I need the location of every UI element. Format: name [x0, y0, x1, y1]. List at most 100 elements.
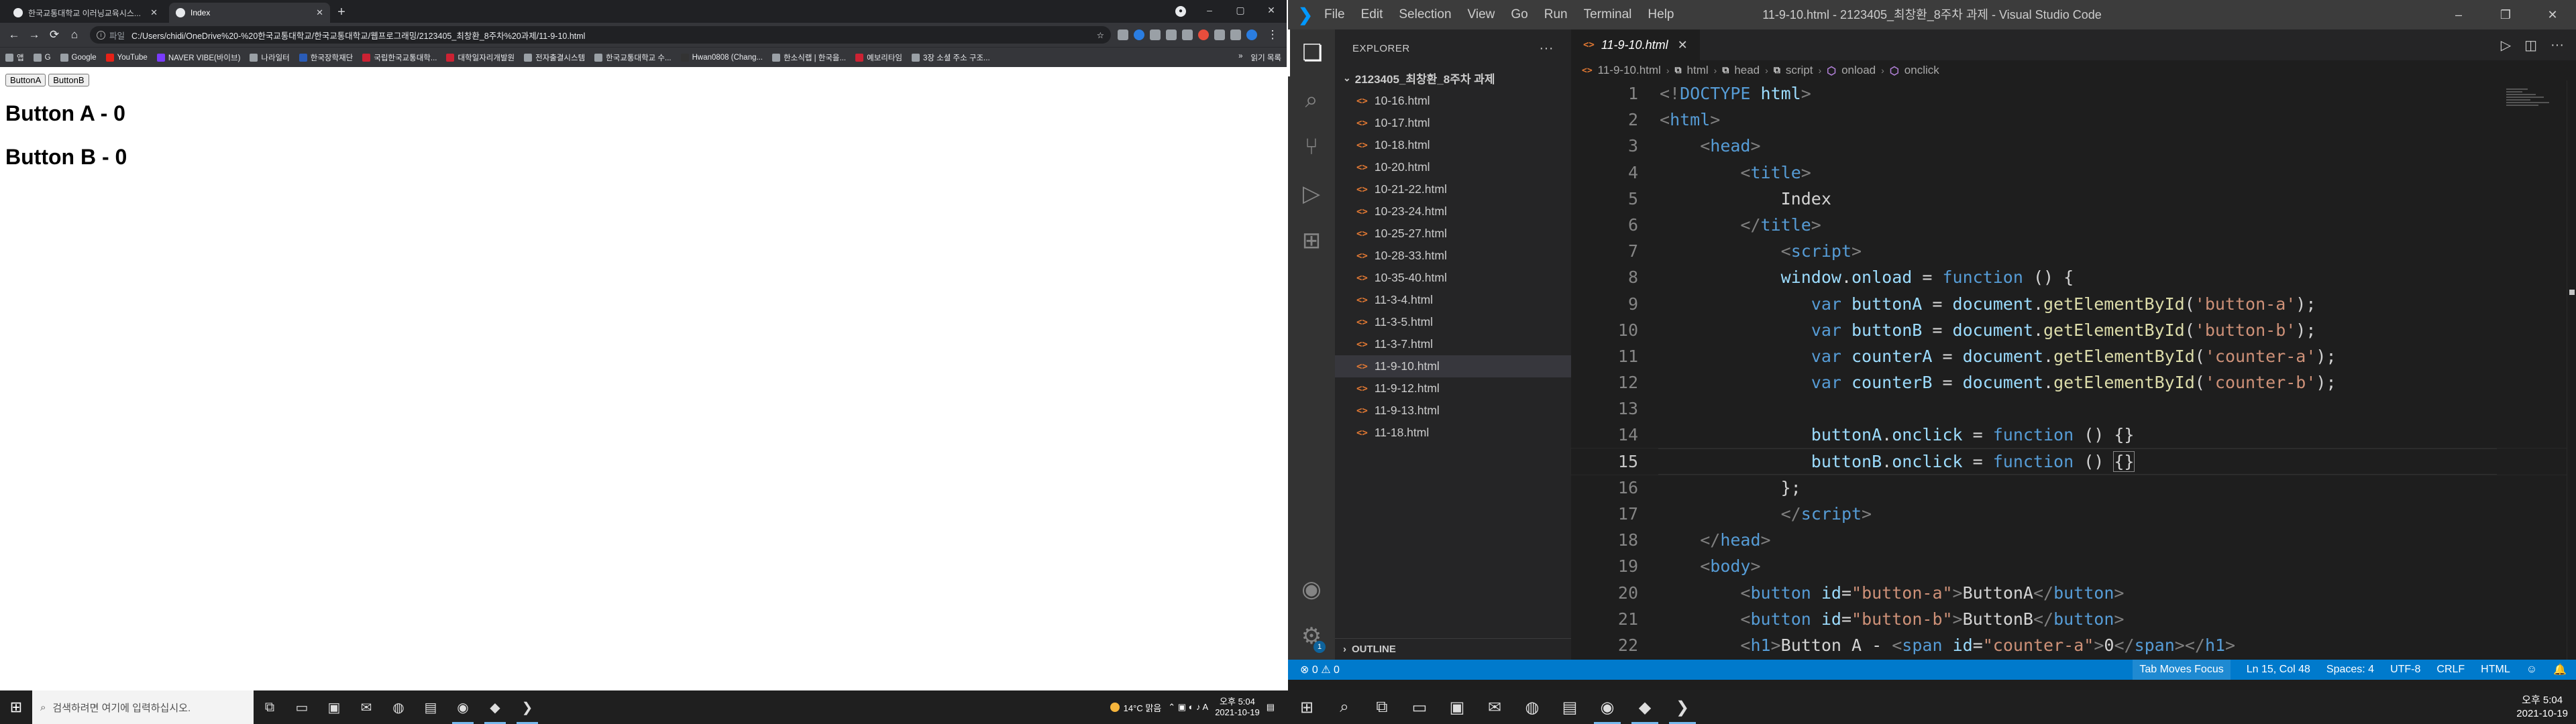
bookmark-item[interactable]: 3장 소셜 주소 구조... — [912, 52, 990, 63]
reading-list-button[interactable]: 읽기 목록 — [1250, 52, 1281, 63]
gear-icon[interactable]: ⚙ 1 — [1288, 613, 1335, 660]
taskbar-search[interactable]: ⌕ 검색하려면 여기에 입력하십시오. — [32, 690, 254, 724]
minimize-button[interactable]: – — [2435, 0, 2482, 29]
extension-icon[interactable] — [1150, 29, 1161, 40]
menu-run[interactable]: Run — [1544, 7, 1568, 22]
explorer-file-item[interactable]: <> 10-23-24.html — [1335, 200, 1571, 223]
extension-icon[interactable] — [1198, 29, 1209, 40]
bell-icon[interactable]: 🔔 — [2553, 663, 2567, 676]
bookmark-item[interactable]: 한소식랩 | 한국을... — [772, 52, 846, 63]
menu-go[interactable]: Go — [1511, 7, 1527, 22]
explorer-file-item[interactable]: <> 11-3-7.html — [1335, 333, 1571, 355]
info-icon[interactable]: i — [97, 30, 105, 40]
mail-icon[interactable]: ✉ — [350, 690, 382, 724]
restore-button[interactable]: ❐ — [2482, 0, 2529, 29]
chrome-icon[interactable]: ◉ — [1589, 690, 1626, 724]
url-text[interactable]: C:/Users/chidi/OneDrive%20-%20한국교통대학교/한국… — [131, 29, 585, 42]
breadcrumb-item[interactable]: head — [1734, 64, 1760, 77]
indentation[interactable]: Spaces: 4 — [2326, 664, 2374, 676]
feedback-icon[interactable]: ☺ — [2526, 664, 2537, 676]
back-button[interactable]: ← — [5, 26, 23, 44]
address-bar[interactable]: i 파일 C:/Users/chidi/OneDrive%20-%20한국교통대… — [90, 26, 1111, 44]
bookmark-item[interactable]: 전자출결시스템 — [524, 52, 585, 63]
explorer-file-item[interactable]: <> 10-17.html — [1335, 112, 1571, 134]
extensions-icon[interactable]: ⊞ — [1288, 217, 1335, 264]
run-icon[interactable]: ▷ — [2501, 37, 2511, 54]
explorer-file-item[interactable]: <> 10-21-22.html — [1335, 178, 1571, 200]
chrome-icon[interactable]: ◉ — [447, 690, 479, 724]
record-icon[interactable]: ● — [1175, 6, 1186, 17]
app-icon[interactable]: ◆ — [1626, 690, 1664, 724]
windows-start-icon[interactable]: ⊞ — [1288, 690, 1326, 724]
profile-avatar[interactable] — [1246, 29, 1257, 40]
more-bookmarks-button[interactable]: » — [1238, 52, 1242, 63]
bookmark-item[interactable]: Hwan0808 (Chang... — [680, 53, 763, 62]
problems-indicator[interactable]: ⊗ 0 ⚠ 0 — [1300, 663, 1340, 676]
bookmark-item[interactable]: 대학일자리개발원 — [446, 52, 515, 63]
chrome-menu-icon[interactable]: ⋮ — [1264, 26, 1281, 44]
bookmark-item[interactable]: G — [33, 53, 51, 62]
home-button[interactable]: ⌂ — [66, 26, 83, 44]
breadcrumb-item[interactable]: html — [1687, 64, 1709, 77]
source-control-icon[interactable]: ⑂ — [1288, 123, 1335, 170]
bookmark-item[interactable]: 앱 — [5, 52, 24, 63]
minimize-button[interactable]: – — [1194, 0, 1225, 23]
maximize-button[interactable]: ▢ — [1225, 0, 1256, 23]
bookmark-star-icon[interactable]: ☆ — [1097, 30, 1104, 40]
tab-moves-focus-indicator[interactable]: Tab Moves Focus — [2133, 660, 2231, 680]
tray-icons[interactable]: ⌃ ▣ ◐ ♪ A — [1168, 702, 1208, 713]
split-editor-icon[interactable]: ◫ — [2524, 37, 2537, 54]
browser-tab-elearning[interactable]: 한국교통대학교 이러닝교육시스... ✕ — [7, 3, 164, 23]
explorer-file-item[interactable]: <> 11-3-5.html — [1335, 311, 1571, 333]
menu-view[interactable]: View — [1468, 7, 1495, 22]
vertical-scrollbar[interactable] — [2567, 80, 2576, 660]
explorer-file-item[interactable]: <> 11-9-12.html — [1335, 377, 1571, 400]
account-icon[interactable]: ◉ — [1288, 566, 1335, 613]
notification-icon[interactable]: ▤ — [1267, 702, 1275, 713]
menu-terminal[interactable]: Terminal — [1584, 7, 1632, 22]
app-icon[interactable]: ◍ — [382, 690, 415, 724]
menu-edit[interactable]: Edit — [1361, 7, 1383, 22]
bookmark-item[interactable]: YouTube — [105, 53, 148, 62]
language-mode[interactable]: HTML — [2481, 664, 2510, 676]
breadcrumb-item[interactable]: script — [1786, 64, 1813, 77]
explorer-file-item[interactable]: <> 10-35-40.html — [1335, 267, 1571, 289]
explorer-file-item[interactable]: <> 10-16.html — [1335, 90, 1571, 112]
forward-button[interactable]: → — [25, 26, 43, 44]
explorer-file-item[interactable]: <> 10-18.html — [1335, 134, 1571, 156]
breadcrumb-item[interactable]: onload — [1841, 64, 1876, 77]
windows-start-icon[interactable]: ⊞ — [0, 690, 32, 724]
bookmark-item[interactable]: Google — [60, 53, 97, 62]
close-tab-icon[interactable]: ✕ — [150, 7, 158, 18]
bookmark-item[interactable]: 국립한국교통대학... — [362, 52, 437, 63]
extension-icon[interactable] — [1182, 29, 1193, 40]
run-debug-icon[interactable]: ▷ — [1288, 170, 1335, 217]
weather-widget[interactable]: 14°C 맑음 — [1110, 701, 1161, 714]
extension-icon[interactable] — [1118, 29, 1128, 40]
breadcrumb-item[interactable]: 11-9-10.html — [1598, 64, 1661, 77]
button-b[interactable]: ButtonB — [48, 74, 89, 86]
close-icon[interactable]: ✕ — [1678, 38, 1688, 52]
explorer-file-item[interactable]: <> 10-25-27.html — [1335, 223, 1571, 245]
office-icon[interactable]: ▤ — [1551, 690, 1589, 724]
explorer-file-item[interactable]: <> 11-9-13.html — [1335, 400, 1571, 422]
explorer-file-item[interactable]: <> 11-9-10.html — [1335, 355, 1571, 377]
cursor-position[interactable]: Ln 15, Col 48 — [2247, 664, 2310, 676]
office-icon[interactable]: ▤ — [415, 690, 447, 724]
close-button[interactable]: ✕ — [1256, 0, 1287, 23]
more-actions-icon[interactable]: ··· — [1540, 41, 1554, 56]
breadcrumb-item[interactable]: onclick — [1904, 64, 1939, 77]
browser-tab-index[interactable]: Index ✕ — [169, 3, 330, 23]
extension-icon[interactable] — [1134, 29, 1144, 40]
mail-icon[interactable]: ✉ — [1476, 690, 1513, 724]
reload-button[interactable]: ⟳ — [46, 26, 63, 44]
code-editor[interactable]: 1 <!DOCTYPE html> 2 <html> 3 <head> 4 <tit… — [1570, 80, 2576, 660]
encoding[interactable]: UTF-8 — [2390, 664, 2420, 676]
explorer-file-item[interactable]: <> 11-18.html — [1335, 422, 1571, 444]
bookmark-item[interactable]: 한국장학재단 — [299, 52, 353, 63]
explorer-file-item[interactable]: <> 10-20.html — [1335, 156, 1571, 178]
button-a[interactable]: ButtonA — [5, 74, 46, 86]
store-icon[interactable]: ▣ — [1438, 690, 1476, 724]
app-icon[interactable]: ◆ — [479, 690, 511, 724]
task-view-icon[interactable]: ⧉ — [254, 690, 286, 724]
